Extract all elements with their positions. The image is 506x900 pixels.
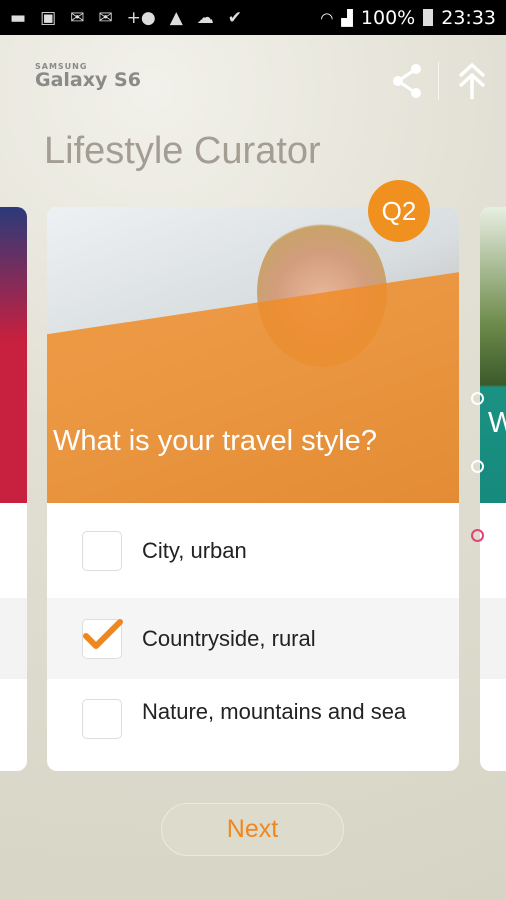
email-icon: ✉ [70, 7, 85, 28]
scroll-top-button[interactable] [452, 60, 492, 102]
header-divider [438, 62, 439, 100]
page-title: Lifestyle Curator [44, 130, 321, 172]
previous-card[interactable] [0, 207, 27, 771]
double-arrow-up-icon [458, 62, 486, 99]
status-bar: ▬ ▣ ✉ ✉ +● ▲ ☁ ✔ ◠ ▟ 100% 23:33 [0, 0, 506, 35]
wifi-icon: ◠ [320, 8, 334, 27]
share-icon [393, 64, 421, 98]
brand-logo: SAMSUNG Galaxy S6 [35, 62, 141, 91]
warning-icon: ▲ [169, 7, 183, 28]
add-contact-icon: +● [126, 7, 156, 28]
cloud-upload-icon: ☁ [196, 7, 214, 28]
pager-dot-active[interactable] [471, 529, 484, 542]
option-nature[interactable]: Nature, mountains and sea [47, 679, 459, 771]
question-number-badge: Q2 [368, 180, 430, 242]
battery-icon [423, 9, 434, 26]
pager-dot[interactable] [471, 392, 484, 405]
option-city[interactable]: City, urban [47, 503, 459, 598]
checkbox[interactable] [82, 530, 122, 571]
checkmark-icon [83, 618, 123, 649]
next-button[interactable]: Next [161, 803, 344, 856]
gallery-icon: ▣ [40, 7, 57, 28]
question-text: What is your travel style? [53, 425, 377, 457]
chat-icon: ▬ [10, 7, 27, 28]
check-icon: ✔ [227, 7, 243, 28]
battery-percent: 100% [360, 6, 416, 29]
next-card-question: W [488, 407, 506, 439]
checkbox-checked[interactable] [82, 618, 123, 659]
option-countryside[interactable]: Countryside, rural [47, 598, 459, 679]
signal-icon: ▟ [341, 8, 353, 27]
share-button[interactable] [387, 60, 427, 102]
clock: 23:33 [441, 6, 496, 29]
next-card[interactable]: W [480, 207, 506, 771]
mail-icon: ✉ [98, 7, 113, 28]
checkbox[interactable] [82, 699, 122, 739]
pager-dot[interactable] [471, 460, 484, 473]
question-card: What is your travel style? City, urban C… [47, 207, 459, 771]
